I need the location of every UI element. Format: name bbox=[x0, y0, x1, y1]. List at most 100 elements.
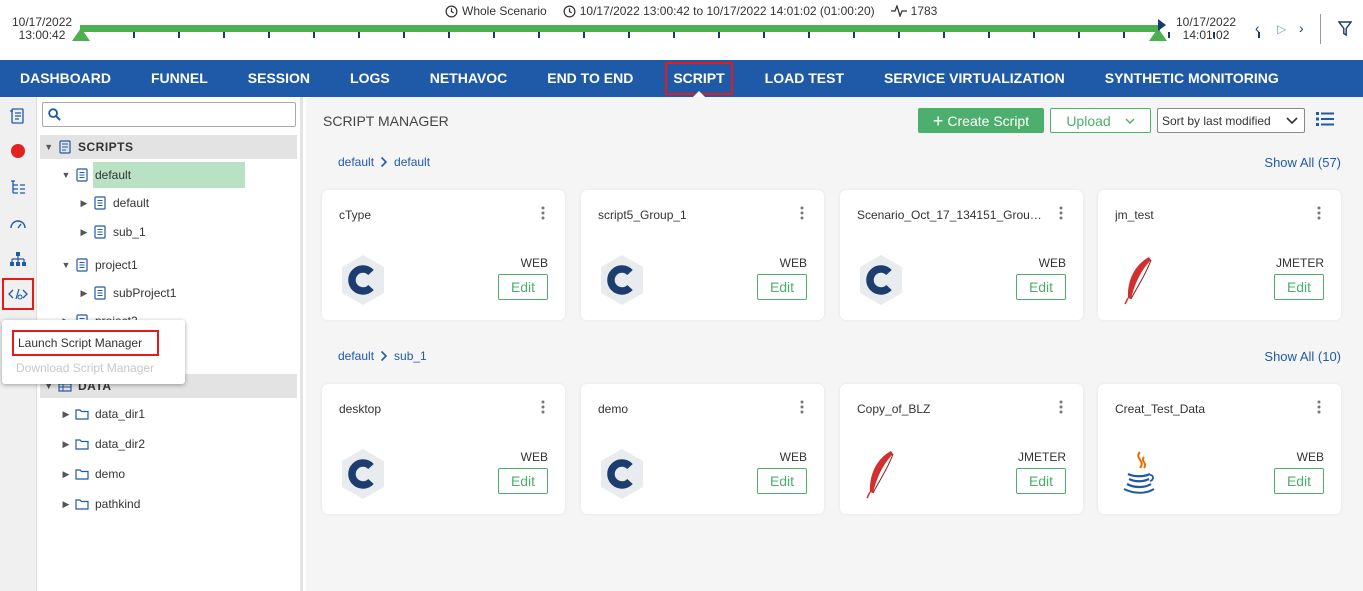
more-vertical-icon[interactable] bbox=[800, 206, 804, 220]
scripts-root[interactable]: ▼ SCRIPTS bbox=[40, 135, 297, 159]
hierarchy-icon[interactable] bbox=[4, 245, 32, 273]
caret-right-icon[interactable]: ▶ bbox=[59, 439, 73, 450]
nav-dashboard[interactable]: DASHBOARD bbox=[0, 60, 131, 97]
tree-item-subproject1[interactable]: ▶ subProject1 bbox=[77, 281, 177, 305]
edit-button[interactable]: Edit bbox=[757, 468, 807, 494]
script-list-icon[interactable] bbox=[4, 102, 32, 130]
search-icon bbox=[48, 108, 61, 121]
show-all-link[interactable]: Show All (10) bbox=[1264, 349, 1341, 364]
caret-right-icon[interactable]: ▶ bbox=[59, 469, 73, 480]
nav-script[interactable]: SCRIPT bbox=[663, 60, 734, 97]
breadcrumb: default sub_1 bbox=[338, 349, 427, 363]
caret-down-icon[interactable]: ▼ bbox=[59, 260, 73, 270]
c-logo-icon bbox=[340, 254, 386, 306]
nav-load-test[interactable]: LOAD TEST bbox=[745, 60, 864, 97]
script-name: script5_Group_1 bbox=[598, 208, 687, 222]
edit-button[interactable]: Edit bbox=[1016, 468, 1066, 494]
more-vertical-icon[interactable] bbox=[541, 206, 545, 220]
breadcrumb-item[interactable]: default bbox=[338, 155, 374, 169]
end-time: 14:01:02 bbox=[1182, 28, 1230, 42]
nav-service-virtualization[interactable]: SERVICE VIRTUALIZATION bbox=[864, 60, 1085, 97]
caret-right-icon[interactable]: ▶ bbox=[77, 198, 91, 209]
gauge-icon[interactable] bbox=[4, 209, 32, 237]
script-card[interactable]: Creat_Test_Data WEB Edit bbox=[1098, 384, 1341, 514]
breadcrumb-item[interactable]: default bbox=[394, 155, 430, 169]
search-input[interactable] bbox=[63, 103, 283, 126]
caret-right-icon[interactable]: ▶ bbox=[59, 499, 73, 510]
tree-item-default[interactable]: ▼ default bbox=[59, 162, 246, 188]
flow-icon[interactable] bbox=[4, 173, 32, 201]
script-card[interactable]: cType WEB Edit bbox=[322, 190, 565, 320]
list-view-icon[interactable] bbox=[1316, 111, 1334, 127]
tree-item-project1[interactable]: ▼ project1 bbox=[59, 253, 138, 277]
script-card[interactable]: demo WEB Edit bbox=[581, 384, 824, 514]
sort-select[interactable]: Sort by last modified bbox=[1157, 108, 1305, 133]
caret-right-icon[interactable]: ▶ bbox=[77, 227, 91, 238]
edit-button[interactable]: Edit bbox=[1016, 274, 1066, 300]
script-type: WEB bbox=[520, 256, 548, 270]
caret-down-icon[interactable]: ▼ bbox=[59, 170, 73, 180]
show-all-link[interactable]: Show All (57) bbox=[1264, 155, 1341, 170]
nav-session[interactable]: SESSION bbox=[228, 60, 330, 97]
caret-right-icon[interactable]: ▶ bbox=[77, 288, 91, 299]
timeline-start-handle[interactable] bbox=[72, 28, 90, 41]
more-vertical-icon[interactable] bbox=[1317, 400, 1321, 414]
chevron-right-icon bbox=[380, 350, 388, 362]
script-type: WEB bbox=[1038, 256, 1066, 270]
script-type: WEB bbox=[779, 450, 807, 464]
script-manager-icon[interactable] bbox=[2, 278, 34, 310]
tree-item-label: pathkind bbox=[95, 497, 141, 511]
scenario-label: Whole Scenario bbox=[462, 4, 547, 18]
tree-item-sub1[interactable]: ▶ sub_1 bbox=[77, 220, 146, 244]
more-vertical-icon[interactable] bbox=[1059, 400, 1063, 414]
timeline-track[interactable] bbox=[80, 25, 1160, 32]
play-icon[interactable]: ▷ bbox=[1277, 22, 1286, 36]
edit-button[interactable]: Edit bbox=[1274, 274, 1324, 300]
nav-nethavoc[interactable]: NETHAVOC bbox=[410, 60, 528, 97]
tree-item-label: default bbox=[93, 162, 246, 188]
nav-funnel[interactable]: FUNNEL bbox=[131, 60, 228, 97]
upload-button[interactable]: Upload bbox=[1050, 108, 1151, 133]
nav-logs[interactable]: LOGS bbox=[330, 60, 410, 97]
script-card[interactable]: jm_test JMETER Edit bbox=[1098, 190, 1341, 320]
edit-button[interactable]: Edit bbox=[498, 468, 548, 494]
more-vertical-icon[interactable] bbox=[1059, 206, 1063, 220]
breadcrumb-item[interactable]: default bbox=[338, 349, 374, 363]
caret-right-icon[interactable]: ▶ bbox=[59, 409, 73, 420]
script-card[interactable]: script5_Group_1 WEB Edit bbox=[581, 190, 824, 320]
script-card[interactable]: Copy_of_BLZ JMETER Edit bbox=[840, 384, 1083, 514]
create-script-button[interactable]: + Create Script bbox=[918, 108, 1044, 133]
tree-item-data-dir1[interactable]: ▶ data_dir1 bbox=[59, 402, 146, 426]
caret-down-icon[interactable]: ▼ bbox=[42, 142, 56, 152]
timeline-tick bbox=[358, 32, 360, 38]
timeline-tick bbox=[223, 32, 225, 38]
script-type: WEB bbox=[779, 256, 807, 270]
next-icon[interactable]: › bbox=[1299, 20, 1304, 36]
launch-script-manager-item[interactable]: Launch Script Manager bbox=[12, 330, 159, 356]
edit-button[interactable]: Edit bbox=[757, 274, 807, 300]
file-icon bbox=[91, 225, 109, 239]
record-icon[interactable] bbox=[4, 137, 32, 165]
prev-icon[interactable]: ‹ bbox=[1255, 20, 1260, 36]
timeline-bar: Whole Scenario 10/17/2022 13:00:42 to 10… bbox=[0, 0, 1363, 60]
tree-item-default-child[interactable]: ▶ default bbox=[77, 191, 150, 215]
file-icon bbox=[73, 258, 91, 272]
more-vertical-icon[interactable] bbox=[541, 400, 545, 414]
tree-item-demo[interactable]: ▶ demo bbox=[59, 462, 126, 486]
filter-icon[interactable] bbox=[1338, 21, 1352, 37]
tree-search-box[interactable] bbox=[42, 102, 296, 127]
script-card[interactable]: desktop WEB Edit bbox=[322, 384, 565, 514]
edit-button[interactable]: Edit bbox=[1274, 468, 1324, 494]
c-logo-icon bbox=[599, 448, 645, 500]
breadcrumb-item[interactable]: sub_1 bbox=[394, 349, 427, 363]
script-card[interactable]: Scenario_Oct_17_134151_Group_1 WEB Edit bbox=[840, 190, 1083, 320]
nav-end-to-end[interactable]: END TO END bbox=[527, 60, 653, 97]
nav-synthetic-monitoring[interactable]: SYNTHETIC MONITORING bbox=[1085, 60, 1299, 97]
more-vertical-icon[interactable] bbox=[800, 400, 804, 414]
tree-item-pathkind[interactable]: ▶ pathkind bbox=[59, 492, 141, 516]
edit-button[interactable]: Edit bbox=[498, 274, 548, 300]
script-name: desktop bbox=[339, 402, 382, 416]
tree-item-data-dir2[interactable]: ▶ data_dir2 bbox=[59, 432, 146, 456]
more-vertical-icon[interactable] bbox=[1317, 206, 1321, 220]
count-label: 1783 bbox=[910, 4, 938, 18]
